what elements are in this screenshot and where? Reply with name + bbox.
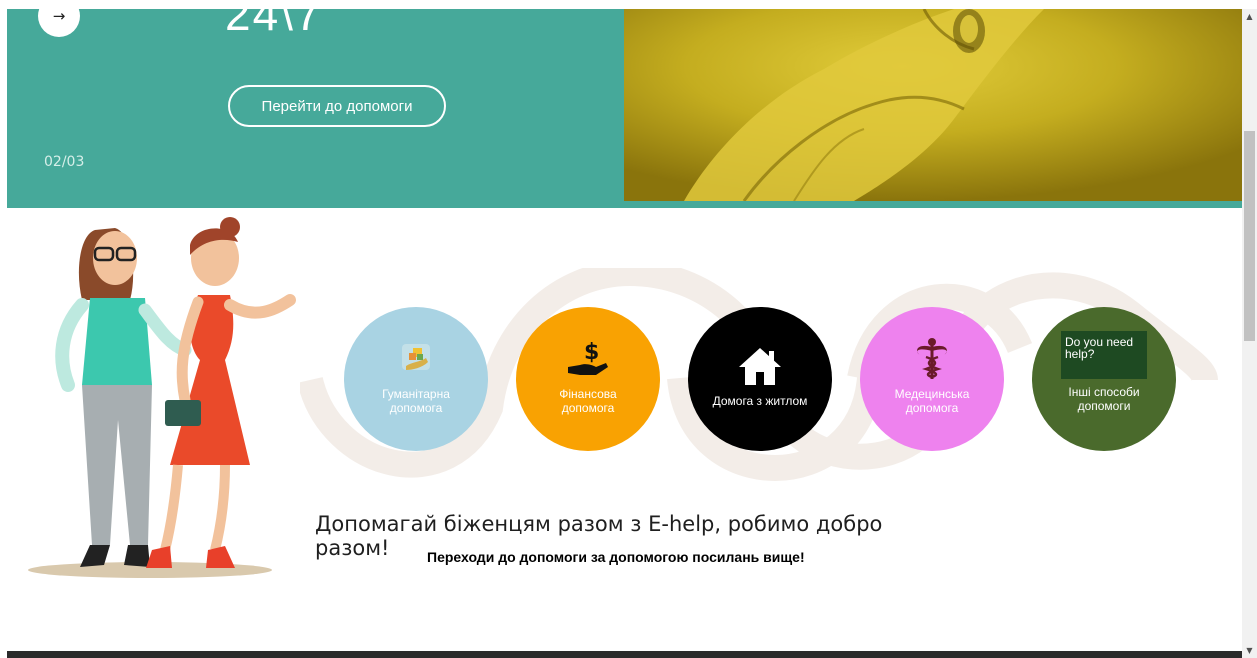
page: → 24\7 Перейти до допомоги 02/03 ▲ ▼ Гум… <box>0 0 1257 658</box>
house-icon <box>737 344 783 388</box>
svg-text:$: $ <box>584 340 599 365</box>
help-label-other: Інші способи допомоги <box>1068 385 1140 413</box>
help-item-housing[interactable]: Домога з житлом <box>688 307 832 451</box>
hero-slider: → 24\7 Перейти до допомоги 02/03 <box>7 9 1242 208</box>
help-item-financial[interactable]: $ Фінансова допомога <box>516 307 660 451</box>
two-women-illustration <box>20 210 310 580</box>
chalkboard-text: Do you need help? <box>1061 331 1147 379</box>
help-label-housing: Домога з житлом <box>712 394 808 408</box>
hero-hands-image <box>624 9 1242 201</box>
scrollbar-thumb[interactable] <box>1244 131 1255 341</box>
help-item-humanitarian[interactable]: Гуманітарна допомога <box>344 307 488 451</box>
do-you-need-help-icon: Do you need help? <box>1061 331 1147 379</box>
go-to-help-button[interactable]: Перейти до допомоги <box>228 85 446 127</box>
caduceus-icon <box>909 337 955 381</box>
top-edge <box>0 0 1257 9</box>
footer-bar <box>7 651 1242 658</box>
sub-tagline: Переходи до допомоги за допомогою посила… <box>427 549 805 565</box>
scroll-up-arrow-icon[interactable]: ▲ <box>1242 9 1257 24</box>
hero-heading: 24\7 <box>225 9 323 40</box>
money-hand-icon: $ <box>565 337 611 381</box>
chalkboard-label: Do you need help? <box>1065 335 1134 361</box>
help-label-financial: Фінансова допомога <box>559 387 617 415</box>
help-item-other[interactable]: Do you need help? Інші способи допомоги <box>1032 307 1176 451</box>
help-label-humanitarian: Гуманітарна допомога <box>382 387 450 415</box>
next-slide-arrow-icon[interactable]: → <box>38 9 80 37</box>
humanitarian-aid-icon <box>393 337 439 381</box>
help-label-medical: Медецинська допомога <box>894 387 970 415</box>
slide-counter: 02/03 <box>44 154 85 170</box>
help-item-medical[interactable]: Медецинська допомога <box>860 307 1004 451</box>
scroll-down-arrow-icon[interactable]: ▼ <box>1242 643 1257 658</box>
page-scrollbar[interactable]: ▲ ▼ <box>1242 9 1257 658</box>
